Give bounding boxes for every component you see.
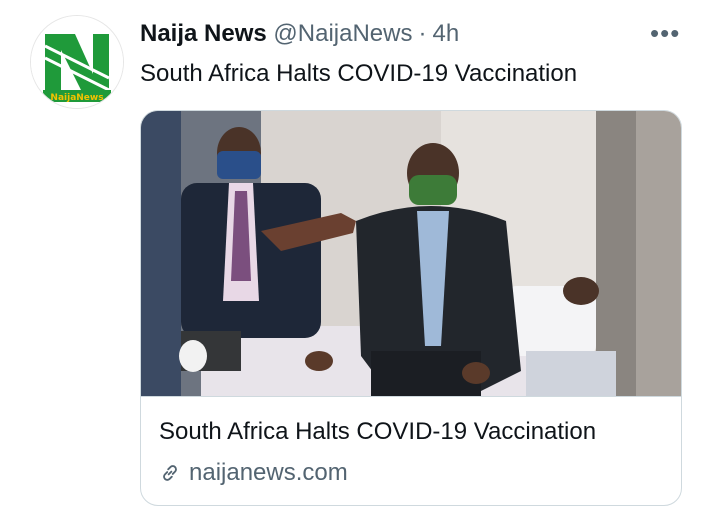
naija-news-logo-icon: NaijaNews: [31, 16, 123, 108]
tweet-text: South Africa Halts COVID-19 Vaccination: [140, 60, 578, 87]
card-image[interactable]: [141, 111, 681, 396]
card-domain[interactable]: naijanews.com: [159, 457, 348, 489]
tweet-header: Naija News @NaijaNews · 4h: [140, 18, 459, 50]
card-domain-text: naijanews.com: [189, 459, 348, 486]
link-icon: [163, 465, 177, 481]
avatar[interactable]: NaijaNews: [30, 15, 124, 109]
more-options-icon[interactable]: •••: [650, 20, 680, 46]
avatar-logo-text: NaijaNews: [50, 93, 103, 103]
user-handle[interactable]: @NaijaNews: [273, 20, 412, 47]
timestamp[interactable]: 4h: [432, 20, 459, 47]
card-divider: [141, 396, 681, 397]
link-preview-card[interactable]: South Africa Halts COVID-19 Vaccination …: [140, 110, 682, 506]
display-name[interactable]: Naija News: [140, 20, 267, 47]
card-title[interactable]: South Africa Halts COVID-19 Vaccination: [159, 416, 596, 448]
separator-dot: ·: [418, 20, 427, 47]
